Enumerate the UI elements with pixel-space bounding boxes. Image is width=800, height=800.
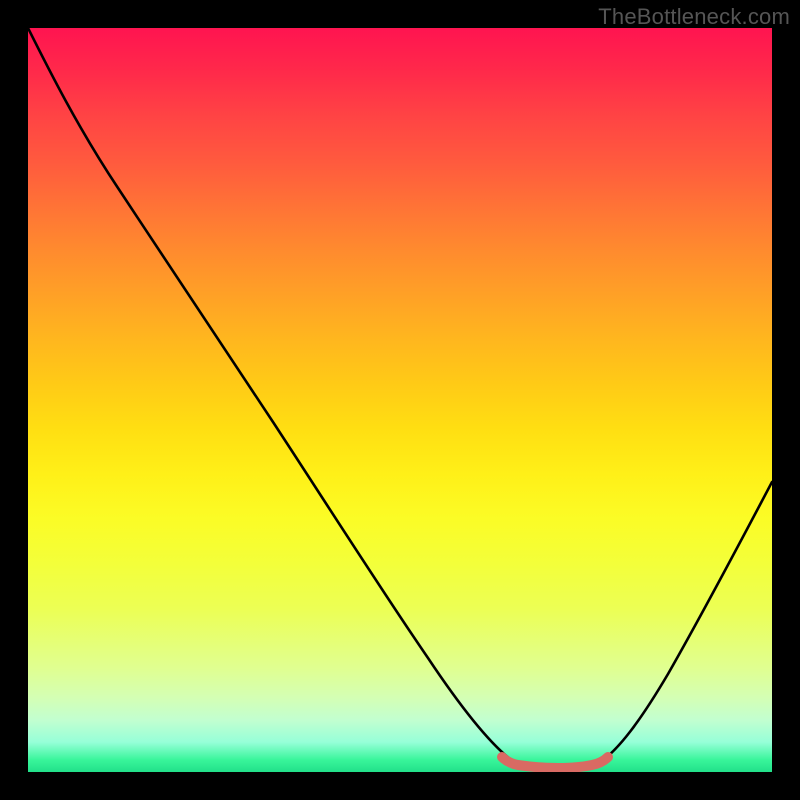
chart-frame: TheBottleneck.com	[0, 0, 800, 800]
curve-layer	[28, 28, 772, 772]
plot-area	[28, 28, 772, 772]
bottleneck-curve	[28, 28, 772, 772]
optimal-range-marker	[502, 757, 608, 768]
watermark-text: TheBottleneck.com	[598, 4, 790, 30]
